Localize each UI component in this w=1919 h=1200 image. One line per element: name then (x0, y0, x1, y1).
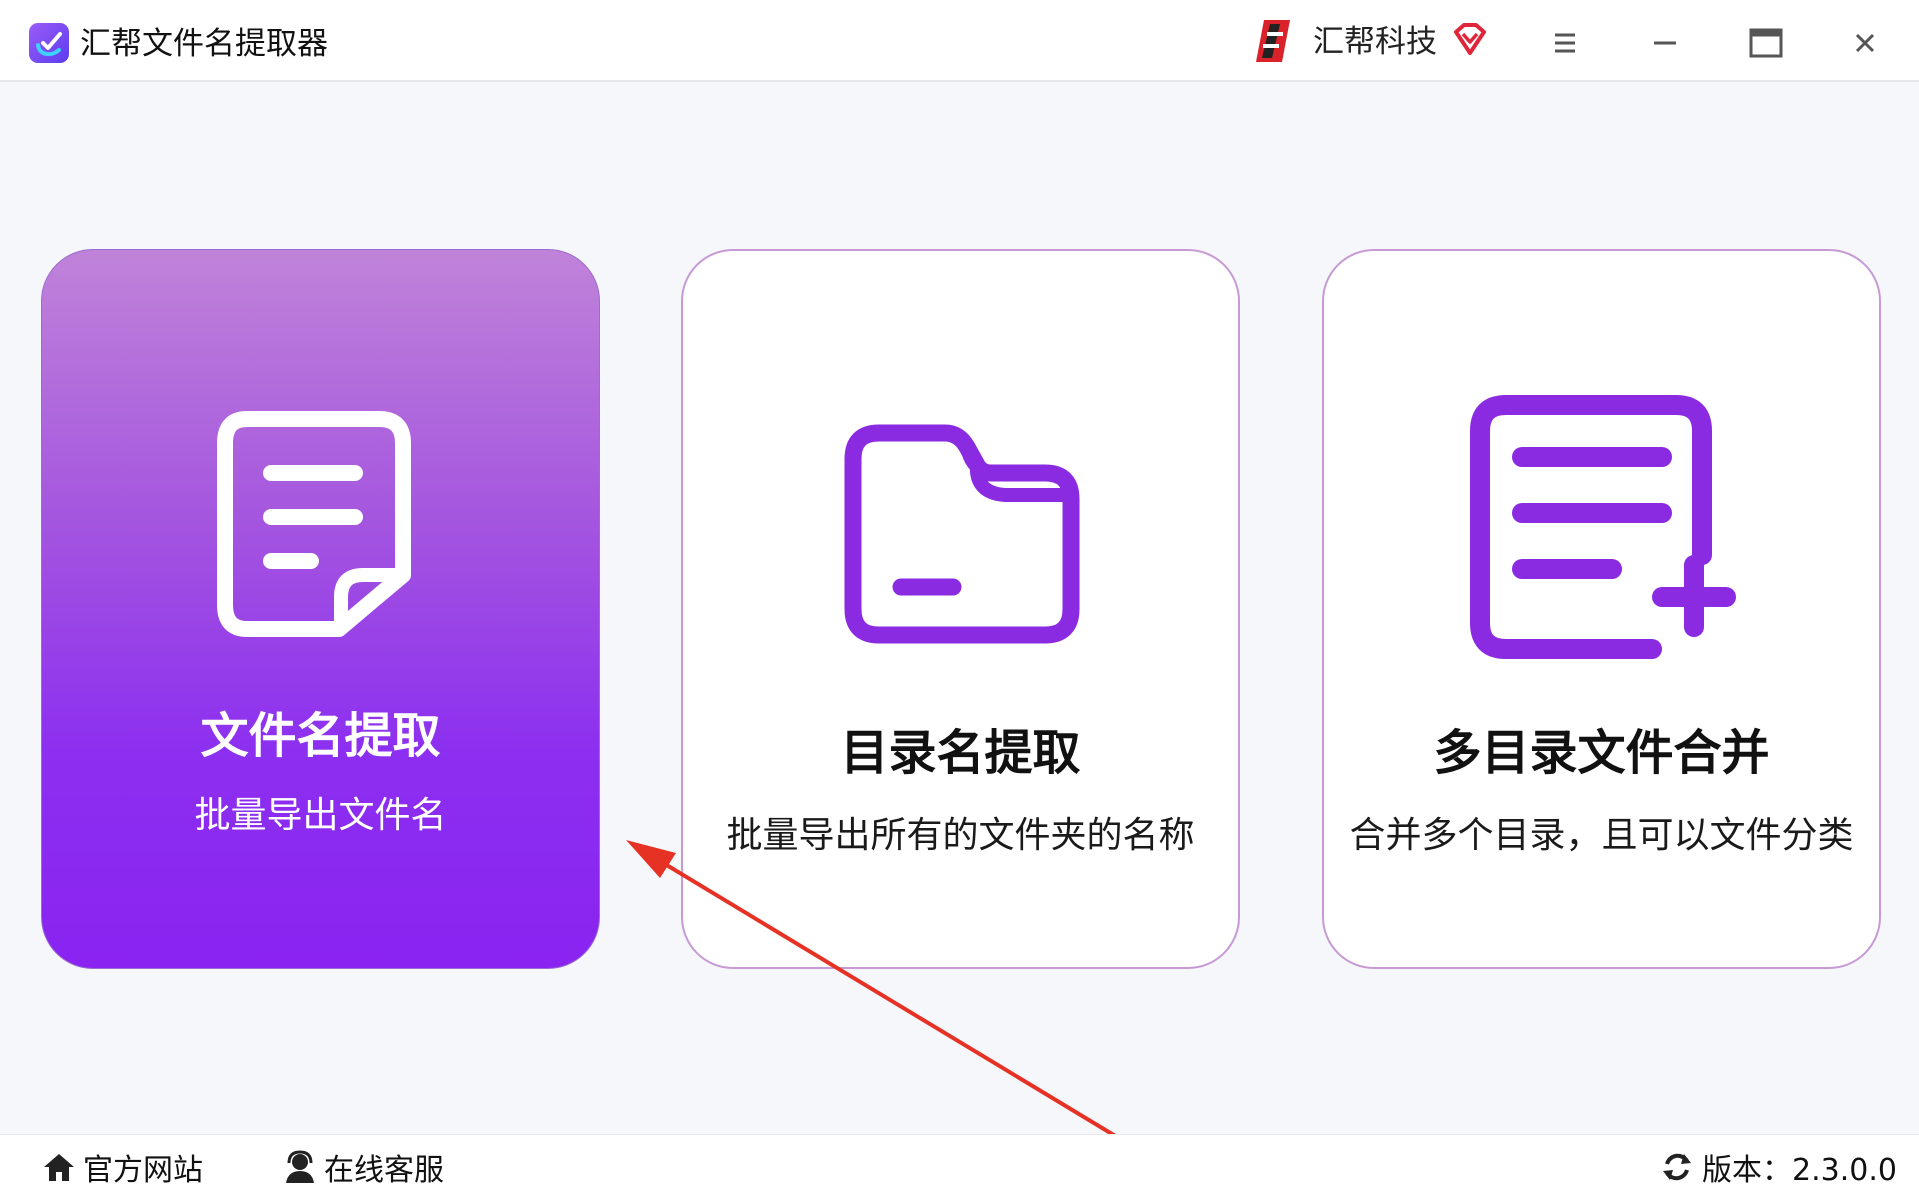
card-title: 多目录文件合并 (1433, 725, 1770, 781)
card-description: 合并多个目录，且可以文件分类 (1349, 815, 1854, 856)
version-info: 版本：2.3.0.0 (1660, 1145, 1897, 1189)
status-bar: 官方网站 在线客服 版本：2.3.0.0 (0, 1134, 1919, 1200)
maximize-icon (1749, 28, 1783, 58)
home-icon (44, 1154, 74, 1181)
online-support-link[interactable]: 在线客服 (282, 1145, 444, 1189)
brand-logo-icon (1256, 20, 1290, 62)
official-website-link[interactable]: 官方网站 (41, 1145, 203, 1189)
card-description: 批量导出文件名 (194, 795, 447, 836)
refresh-icon[interactable] (1660, 1150, 1694, 1184)
online-support-label: 在线客服 (324, 1153, 444, 1188)
minimize-button[interactable] (1641, 18, 1689, 66)
app-logo-icon (29, 23, 69, 63)
menu-button[interactable] (1541, 18, 1589, 66)
folder-icon (844, 424, 1080, 644)
close-button[interactable] (1841, 18, 1889, 66)
card-dirname-extract[interactable]: 目录名提取 批量导出所有的文件夹的名称 (681, 249, 1240, 969)
document-icon (217, 411, 411, 637)
list-add-icon (1470, 395, 1736, 659)
close-icon (1855, 33, 1875, 53)
app-title: 汇帮文件名提取器 (80, 26, 328, 62)
version-label: 版本：2.3.0.0 (1702, 1153, 1897, 1188)
official-website-label: 官方网站 (83, 1153, 203, 1188)
card-filename-extract[interactable]: 文件名提取 批量导出文件名 (41, 249, 600, 969)
headset-icon (286, 1150, 314, 1183)
card-title: 目录名提取 (840, 725, 1081, 781)
card-title: 文件名提取 (200, 708, 441, 764)
title-bar: 汇帮文件名提取器 汇帮科技 (0, 0, 1919, 82)
minimize-icon (1654, 41, 1676, 45)
card-multi-dir-merge[interactable]: 多目录文件合并 合并多个目录，且可以文件分类 (1322, 249, 1881, 969)
card-description: 批量导出所有的文件夹的名称 (726, 815, 1195, 856)
brand-name: 汇帮科技 (1313, 24, 1437, 60)
maximize-button[interactable] (1741, 18, 1789, 66)
menu-icon (1555, 33, 1575, 53)
vip-diamond-icon[interactable] (1452, 22, 1488, 56)
